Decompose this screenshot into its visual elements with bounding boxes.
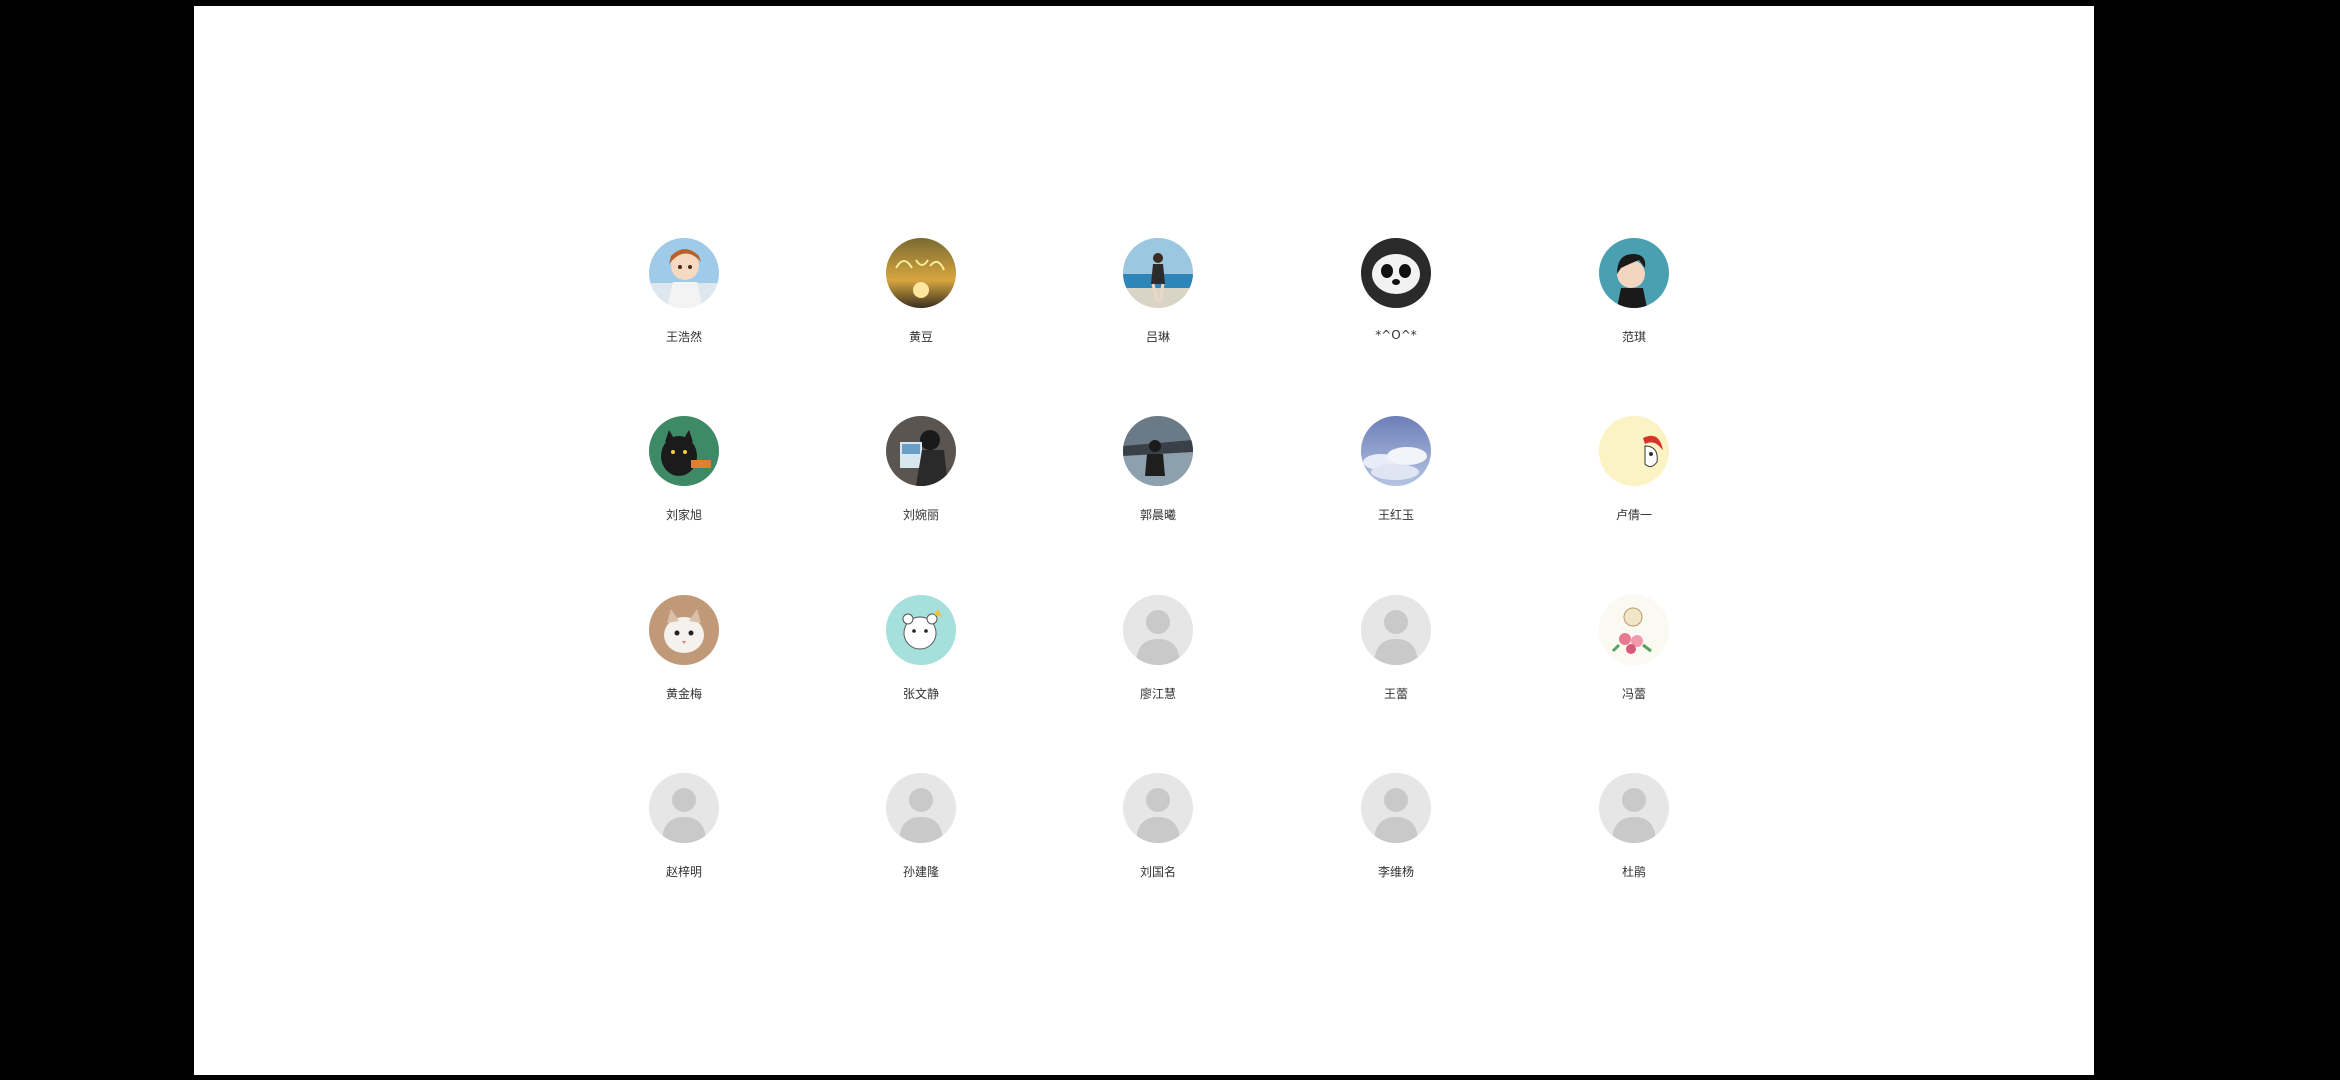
contact-item[interactable]: 刘家旭 (634, 416, 734, 546)
contact-name: 卢倩一 (1615, 508, 1652, 522)
contact-item[interactable]: 王蕾 (1346, 595, 1446, 725)
contact-name: 张文静 (902, 687, 939, 701)
contact-item[interactable]: 廖江慧 (1108, 595, 1208, 725)
flower-bouquet-avatar-icon[interactable] (1599, 595, 1669, 665)
contact-name: 刘婉丽 (902, 508, 939, 522)
contact-item[interactable]: 郭晨曦 (1108, 416, 1208, 546)
beach-person-avatar-icon[interactable] (1123, 238, 1193, 308)
contact-item[interactable]: 黄金梅 (634, 595, 734, 725)
panda-avatar-icon[interactable] (1361, 238, 1431, 308)
contact-item[interactable]: 卢倩一 (1584, 416, 1684, 546)
contact-name: 王蕾 (1383, 687, 1408, 701)
reading-person-avatar-icon[interactable] (886, 416, 956, 486)
default-user-avatar-icon[interactable] (1361, 595, 1431, 665)
contact-item[interactable]: 孙建隆 (871, 773, 971, 903)
default-user-avatar-icon[interactable] (1599, 773, 1669, 843)
contact-name: 黄金梅 (665, 687, 702, 701)
contact-name: 李维杨 (1377, 865, 1414, 879)
sky-clouds-avatar-icon[interactable] (1361, 416, 1431, 486)
contact-name: 刘国名 (1139, 865, 1176, 879)
default-user-avatar-icon[interactable] (649, 773, 719, 843)
contact-name: 冯蕾 (1621, 687, 1646, 701)
contact-name: 刘家旭 (665, 508, 702, 522)
contacts-grid: 王浩然 黄豆 吕琳 *^O^* 范琪刘家旭 刘婉丽 郭晨曦 王红玉 卢倩一黄金梅 张文静 廖江慧 王蕾… (194, 6, 2094, 1075)
contact-name: 孙建隆 (902, 865, 939, 879)
contact-name: 廖江慧 (1139, 687, 1176, 701)
lakeside-person-avatar-icon[interactable] (1123, 416, 1193, 486)
contact-item[interactable]: 范琪 (1584, 238, 1684, 368)
contact-item[interactable]: 刘国名 (1108, 773, 1208, 903)
cat-avatar-icon[interactable] (649, 595, 719, 665)
cartoon-bear-avatar-icon[interactable] (886, 595, 956, 665)
red-hair-cartoon-avatar-icon[interactable] (1599, 416, 1669, 486)
contact-item[interactable]: 刘婉丽 (871, 416, 971, 546)
contact-item[interactable]: 赵梓明 (634, 773, 734, 903)
contact-item[interactable]: 李维杨 (1346, 773, 1446, 903)
contact-name: 郭晨曦 (1139, 508, 1176, 522)
contact-name: 黄豆 (908, 330, 933, 344)
contact-name: 范琪 (1621, 330, 1646, 344)
default-user-avatar-icon[interactable] (886, 773, 956, 843)
contact-name: *^O^* (1375, 328, 1417, 342)
contact-item[interactable]: 杜鹃 (1584, 773, 1684, 903)
contact-name: 赵梓明 (665, 865, 702, 879)
black-cat-avatar-icon[interactable] (649, 416, 719, 486)
sunset-lettering-avatar-icon[interactable] (886, 238, 956, 308)
contact-item[interactable]: 冯蕾 (1584, 595, 1684, 725)
contact-item[interactable]: 吕琳 (1108, 238, 1208, 368)
contact-item[interactable]: 王浩然 (634, 238, 734, 368)
default-user-avatar-icon[interactable] (1123, 595, 1193, 665)
contact-item[interactable]: *^O^* (1346, 238, 1446, 368)
contact-item[interactable]: 张文静 (871, 595, 971, 725)
contact-name: 王红玉 (1377, 508, 1414, 522)
default-user-avatar-icon[interactable] (1361, 773, 1431, 843)
contacts-panel: 王浩然 黄豆 吕琳 *^O^* 范琪刘家旭 刘婉丽 郭晨曦 王红玉 卢倩一黄金梅 张文静 廖江慧 王蕾… (194, 6, 2094, 1075)
contact-item[interactable]: 王红玉 (1346, 416, 1446, 546)
contact-name: 王浩然 (665, 330, 702, 344)
cartoon-girl-avatar-icon[interactable] (1599, 238, 1669, 308)
contact-name: 杜鹃 (1621, 865, 1646, 879)
anime-girl-avatar-icon[interactable] (649, 238, 719, 308)
contact-item[interactable]: 黄豆 (871, 238, 971, 368)
contact-name: 吕琳 (1145, 330, 1170, 344)
default-user-avatar-icon[interactable] (1123, 773, 1193, 843)
